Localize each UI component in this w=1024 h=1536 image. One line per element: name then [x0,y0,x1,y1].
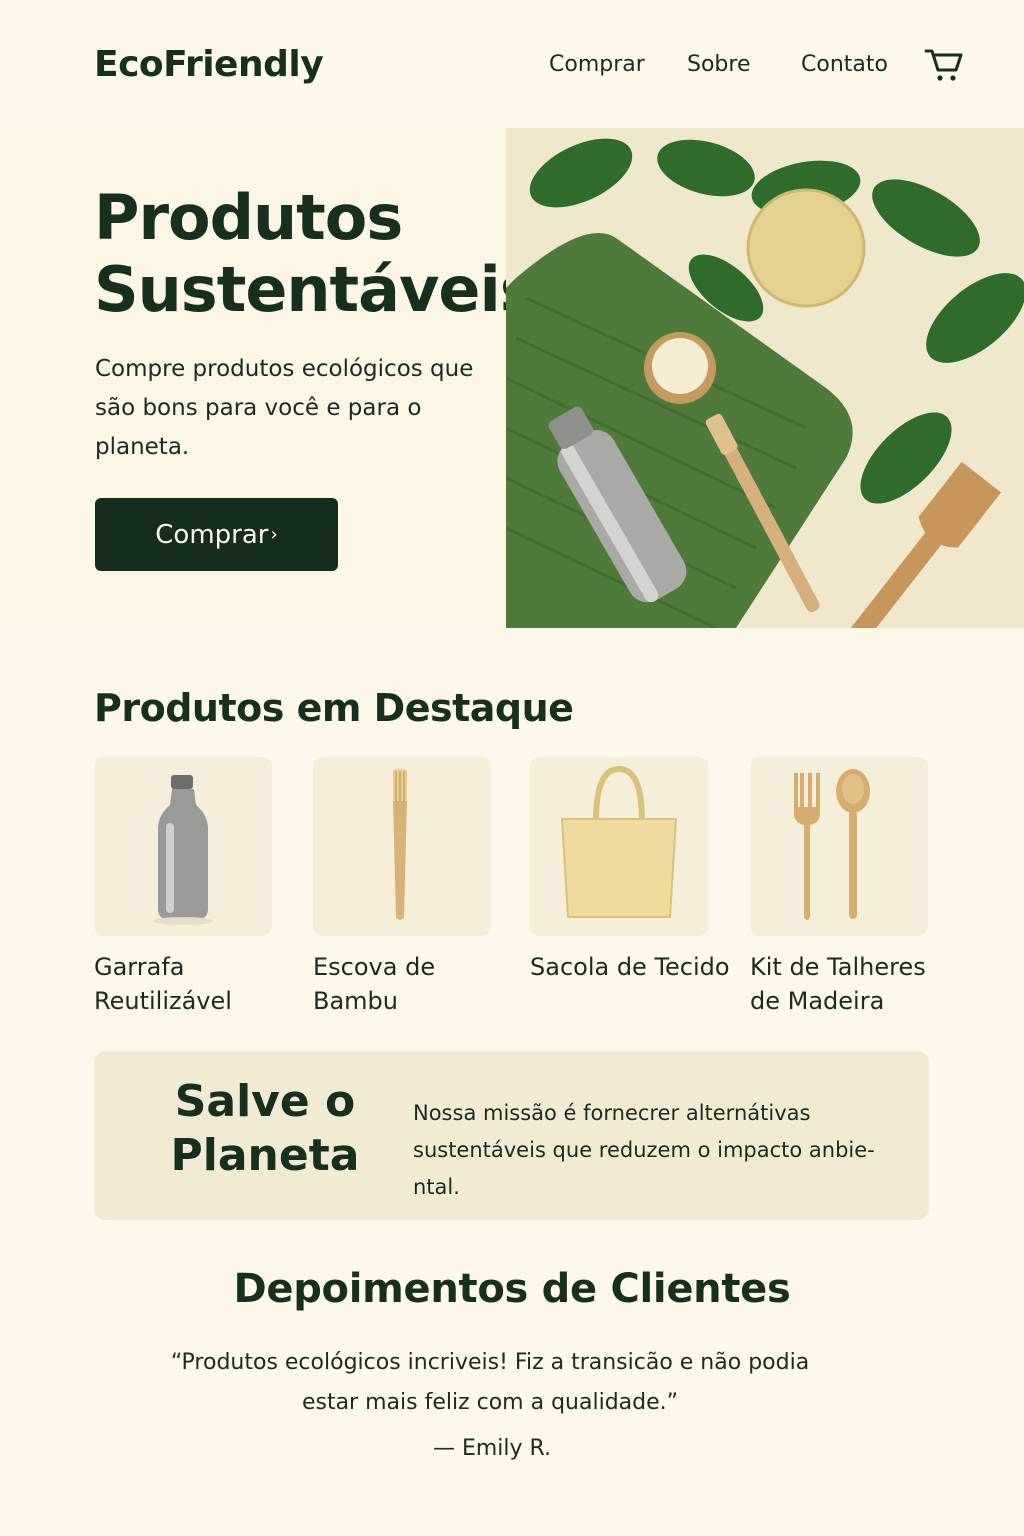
hero-title: Produtos Sustentáveis [94,181,537,326]
chevron-right-icon: › [270,524,278,545]
product-card[interactable]: Kit de Talheres de Madeira [750,757,930,1018]
hero-section: Produtos Sustentáveis Compre produtos ec… [0,128,1024,628]
shopping-cart-icon[interactable] [924,46,964,84]
testimonial-quote: “Produtos ecológicos incriveis! Fiz a tr… [170,1350,810,1415]
mission-title: Salve o Planeta [170,1076,360,1181]
testimonial-author: — Emily R. [432,1436,552,1461]
product-name[interactable]: Kit de Talheres de Madeira [750,950,950,1018]
bottle-icon[interactable] [94,757,272,936]
product-name[interactable]: Sacola de Tecido [530,950,730,984]
shop-now-label: Comprar [155,519,269,550]
hero-subtitle: Compre produtos ecológicos que são bons … [95,356,474,460]
tote-bag-icon[interactable] [530,757,708,936]
mission-text: Nossa missão é fornecrer alternátivas su… [413,1101,875,1199]
product-card[interactable]: Escova de Bambu [313,757,493,1018]
nav-link-sobre[interactable]: Sobre [687,52,751,77]
product-card[interactable]: Sacola de Tecido [530,757,730,984]
product-card[interactable]: Garrafa Reutilizável [94,757,274,1018]
nav-link-contato[interactable]: Contato [801,52,888,77]
shop-now-button[interactable]: Comprar › [95,498,338,571]
toothbrush-icon[interactable] [313,757,491,936]
nav-link-comprar[interactable]: Comprar [549,52,645,77]
product-name[interactable]: Garrafa Reutilizável [94,950,294,1018]
mission-banner: Salve o Planeta Nossa missão é fornecrer… [94,1051,929,1220]
logo[interactable]: EcoFriendly [94,44,324,85]
site-header: EcoFriendly Comprar Sobre Contato [0,0,1024,128]
product-name[interactable]: Escova de Bambu [313,950,513,1018]
testimonials-title: Depoimentos de Clientes [233,1266,791,1312]
featured-title: Produtos em Destaque [94,686,574,730]
cutlery-icon[interactable] [750,757,928,936]
hero-product-photo [506,128,1024,628]
